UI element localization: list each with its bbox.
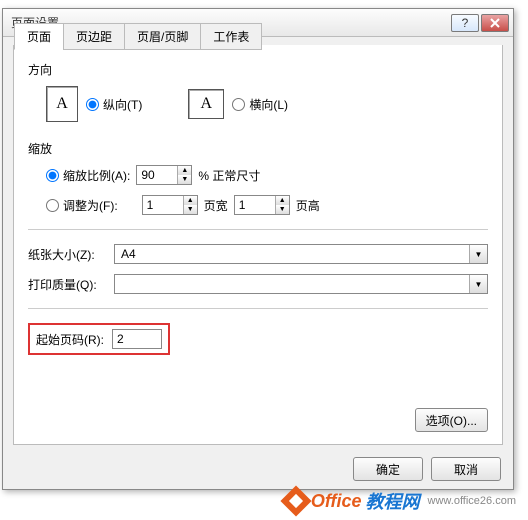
scale-ratio-label: 缩放比例(A): — [63, 167, 130, 184]
scale-ratio-spinner[interactable]: ▲▼ — [136, 165, 192, 185]
landscape-radio[interactable]: 横向(L) — [232, 96, 288, 113]
paper-size-value: A4 — [115, 245, 469, 263]
fit-tall-spinner[interactable]: ▲▼ — [234, 195, 290, 215]
watermark-brand2: 教程网 — [366, 488, 420, 514]
start-page-input[interactable] — [112, 329, 162, 349]
portrait-radio-input[interactable] — [86, 98, 99, 111]
fit-tall-suffix: 页高 — [296, 197, 320, 214]
scale-fit-radio-input[interactable] — [46, 199, 59, 212]
fit-wide-spinner[interactable]: ▲▼ — [142, 195, 198, 215]
orientation-label: 方向 — [28, 61, 488, 78]
help-button[interactable]: ? — [451, 14, 479, 32]
paper-size-label: 纸张大小(Z): — [28, 246, 106, 263]
tab-sheet[interactable]: 工作表 — [200, 23, 262, 50]
watermark: Office教程网 www.office26.com — [285, 488, 516, 514]
fit-tall-input[interactable] — [235, 196, 275, 214]
office-logo-icon — [280, 485, 311, 516]
dialog-footer: 确定 取消 — [353, 457, 501, 481]
spinner-down[interactable]: ▼ — [178, 175, 191, 184]
landscape-radio-input[interactable] — [232, 98, 245, 111]
portrait-icon: A — [46, 86, 78, 122]
dialog-content: 页面 页边距 页眉/页脚 工作表 方向 A 纵向(T) A 横向(L) 缩放 — [13, 45, 503, 445]
spinner-down[interactable]: ▼ — [276, 205, 289, 214]
portrait-radio-label: 纵向(T) — [103, 96, 142, 113]
watermark-brand1: Office — [311, 491, 362, 512]
scale-ratio-radio[interactable]: 缩放比例(A): — [46, 167, 130, 184]
start-page-label: 起始页码(R): — [36, 331, 104, 348]
scale-ratio-radio-input[interactable] — [46, 169, 59, 182]
print-quality-value — [115, 275, 469, 293]
watermark-url: www.office26.com — [428, 495, 516, 507]
landscape-icon: A — [188, 89, 224, 119]
tab-headerfooter[interactable]: 页眉/页脚 — [124, 23, 201, 50]
landscape-radio-label: 横向(L) — [249, 96, 288, 113]
scale-fit-radio[interactable]: 调整为(F): — [46, 197, 118, 214]
fit-wide-suffix: 页宽 — [204, 197, 228, 214]
print-quality-label: 打印质量(Q): — [28, 276, 106, 293]
start-page-highlight: 起始页码(R): — [28, 323, 170, 355]
tab-margins[interactable]: 页边距 — [63, 23, 125, 50]
spinner-down[interactable]: ▼ — [184, 205, 197, 214]
spinner-up[interactable]: ▲ — [184, 196, 197, 205]
chevron-down-icon[interactable]: ▼ — [469, 275, 487, 293]
options-button[interactable]: 选项(O)... — [415, 408, 488, 432]
fit-wide-input[interactable] — [143, 196, 183, 214]
tab-strip: 页面 页边距 页眉/页脚 工作表 — [14, 23, 261, 50]
spinner-up[interactable]: ▲ — [178, 166, 191, 175]
scaling-label: 缩放 — [28, 140, 488, 157]
page-setup-dialog: 页面设置 ? 页面 页边距 页眉/页脚 工作表 方向 A 纵向(T) A — [2, 8, 514, 490]
scale-fit-label: 调整为(F): — [63, 197, 118, 214]
close-button[interactable] — [481, 14, 509, 32]
tab-page[interactable]: 页面 — [14, 23, 64, 50]
scale-ratio-suffix: % 正常尺寸 — [198, 167, 260, 184]
cancel-button[interactable]: 取消 — [431, 457, 501, 481]
print-quality-combo[interactable]: ▼ — [114, 274, 488, 294]
paper-size-combo[interactable]: A4 ▼ — [114, 244, 488, 264]
chevron-down-icon[interactable]: ▼ — [469, 245, 487, 263]
portrait-radio[interactable]: 纵向(T) — [86, 96, 142, 113]
scale-ratio-input[interactable] — [137, 166, 177, 184]
spinner-up[interactable]: ▲ — [276, 196, 289, 205]
ok-button[interactable]: 确定 — [353, 457, 423, 481]
